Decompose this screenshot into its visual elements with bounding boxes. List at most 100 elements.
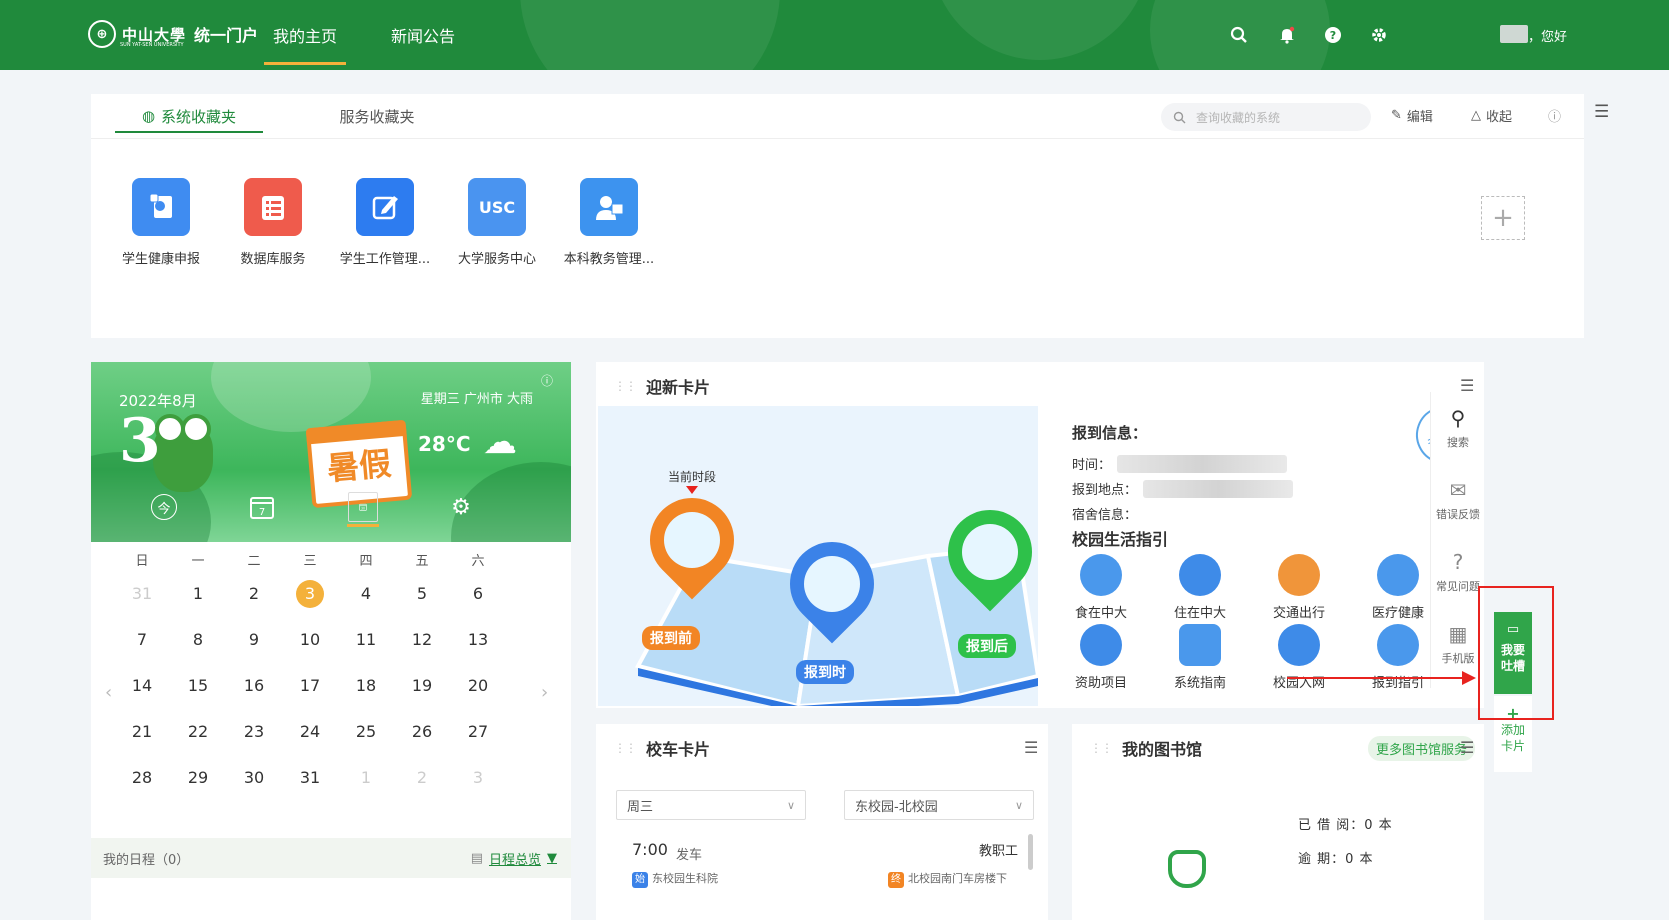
add-favorite-button[interactable]: + xyxy=(1481,196,1525,240)
sidebar-faq[interactable]: ? 常见问题 xyxy=(1431,550,1485,594)
end-tag: 终 xyxy=(888,872,904,888)
tab-service-favorites[interactable]: 服务收藏夹 xyxy=(327,94,427,138)
calendar-day[interactable]: 16 xyxy=(234,672,274,700)
after-registration-label[interactable]: 报到后 xyxy=(958,634,1016,658)
guide-registration[interactable]: 报到指引 xyxy=(1358,624,1438,691)
calendar-day[interactable]: 9 xyxy=(234,626,274,654)
calendar-day[interactable]: 19 xyxy=(402,672,442,700)
today-button[interactable]: 今 xyxy=(151,494,177,520)
system-window-icon xyxy=(1179,624,1221,666)
prev-month-button[interactable]: ‹ xyxy=(105,682,112,703)
help-icon[interactable]: ? xyxy=(1322,24,1344,46)
guide-medical[interactable]: 医疗健康 xyxy=(1358,554,1438,621)
guide-system[interactable]: 系统指南 xyxy=(1160,624,1240,691)
select-value: 东校园-北校园 xyxy=(855,799,938,815)
sidebar-mobile[interactable]: ▦ 手机版 xyxy=(1431,622,1485,666)
calendar-day[interactable]: 4 xyxy=(346,580,386,608)
seal-icon: ⊕ xyxy=(88,20,116,48)
bus-day-select[interactable]: 周三 ∨ xyxy=(616,790,806,820)
calendar-day[interactable]: 31 xyxy=(122,580,162,608)
university-logo[interactable]: ⊕ 中山大學 SUN YAT-SEN UNIVERSITY 统一门户 xyxy=(88,20,258,48)
month-view-icon[interactable]: 30 xyxy=(347,492,379,527)
guide-transport[interactable]: 交通出行 xyxy=(1259,554,1339,621)
calendar-day[interactable]: 2 xyxy=(402,764,442,792)
calendar-day[interactable]: 11 xyxy=(346,626,386,654)
guide-housing[interactable]: 住在中大 xyxy=(1160,554,1240,621)
calendar-day[interactable]: 12 xyxy=(402,626,442,654)
bus-route-select[interactable]: 东校园-北校园 ∨ xyxy=(844,790,1034,820)
drag-handle-icon[interactable]: ⋮⋮ xyxy=(614,741,637,755)
menu-icon[interactable]: ☰ xyxy=(1024,738,1038,757)
tab-system-favorites[interactable]: ◍ 系统收藏夹 xyxy=(115,94,263,138)
calendar-day[interactable]: 21 xyxy=(122,718,162,746)
calendar-day[interactable]: 23 xyxy=(234,718,274,746)
calendar-day[interactable]: 3 xyxy=(290,580,330,608)
help-icon[interactable]: ⓘ xyxy=(541,372,553,389)
calendar-day[interactable]: 1 xyxy=(178,580,218,608)
annotation-arrow-line xyxy=(1287,677,1467,679)
calendar-day[interactable]: 2 xyxy=(234,580,274,608)
calendar-day[interactable]: 10 xyxy=(290,626,330,654)
calendar-day[interactable]: 15 xyxy=(178,672,218,700)
scrollbar[interactable] xyxy=(1028,834,1033,870)
calendar-day[interactable]: 27 xyxy=(458,718,498,746)
info-label: 报到地点： xyxy=(1072,483,1138,498)
calendar-day[interactable]: 8 xyxy=(178,626,218,654)
search-icon[interactable] xyxy=(1228,24,1250,46)
before-registration-label[interactable]: 报到前 xyxy=(642,626,700,650)
week-view-icon[interactable]: 7 xyxy=(247,492,277,522)
guide-network[interactable]: 校园入网 xyxy=(1259,624,1339,691)
calendar-day[interactable]: 7 xyxy=(122,626,162,654)
bell-icon[interactable] xyxy=(1276,24,1298,46)
edit-label: 编辑 xyxy=(1406,110,1433,125)
calendar-day[interactable]: 24 xyxy=(290,718,330,746)
guide-financial-aid[interactable]: 资助项目 xyxy=(1061,624,1141,691)
weekday-header: 三 xyxy=(303,554,317,569)
nav-my-home[interactable]: 我的主页 xyxy=(264,0,346,70)
calendar-day[interactable]: 1 xyxy=(346,764,386,792)
calendar-day[interactable]: 14 xyxy=(122,672,162,700)
calendar-day[interactable]: 25 xyxy=(346,718,386,746)
more-library-services-button[interactable]: 更多图书馆服务 xyxy=(1368,736,1476,761)
app-undergrad-academic[interactable]: 本科教务管理... xyxy=(539,178,679,267)
calendar-day[interactable]: 6 xyxy=(458,580,498,608)
during-registration-label[interactable]: 报到时 xyxy=(796,660,854,684)
calendar-day[interactable]: 17 xyxy=(290,672,330,700)
drag-handle-icon[interactable]: ⋮⋮ xyxy=(614,379,637,393)
settings-gear-icon[interactable]: ⚙ xyxy=(446,492,476,522)
nav-news[interactable]: 新闻公告 xyxy=(382,0,464,70)
search-placeholder: 查询收藏的系统 xyxy=(1196,110,1281,125)
calendar-day[interactable]: 26 xyxy=(402,718,442,746)
calendar-day[interactable]: 18 xyxy=(346,672,386,700)
calendar-day[interactable]: 29 xyxy=(178,764,218,792)
calendar-day[interactable]: 5 xyxy=(402,580,442,608)
gear-icon[interactable] xyxy=(1368,24,1390,46)
guide-dining[interactable]: 食在中大 xyxy=(1061,554,1141,621)
owl-logo-icon xyxy=(1168,850,1206,888)
favorites-search-input[interactable]: 查询收藏的系统 xyxy=(1161,103,1371,131)
collapse-button[interactable]: △ 收起 xyxy=(1471,106,1512,125)
menu-icon[interactable]: ☰ xyxy=(1460,738,1474,757)
globe-icon: ◍ xyxy=(141,107,156,125)
wifi-globe-icon xyxy=(1278,624,1320,666)
calendar-day[interactable]: 31 xyxy=(290,764,330,792)
sidebar-search[interactable]: ⚲ 搜索 xyxy=(1431,406,1485,450)
avatar[interactable] xyxy=(1500,25,1528,43)
menu-icon[interactable]: ☰ xyxy=(1594,102,1609,122)
today-day: 3 xyxy=(296,580,324,608)
calendar-day[interactable]: 30 xyxy=(234,764,274,792)
calendar-day[interactable]: 28 xyxy=(122,764,162,792)
drag-handle-icon[interactable]: ⋮⋮ xyxy=(1090,741,1113,755)
calendar-day[interactable]: 3 xyxy=(458,764,498,792)
calendar-day[interactable]: 20 xyxy=(458,672,498,700)
calendar-card: 2022年8月 3 星期三 广州市 大雨 ⓘ 暑假 28°C ☁ 今 7 30 … xyxy=(91,362,571,920)
weekday-header: 四 xyxy=(359,554,373,569)
next-month-button[interactable]: › xyxy=(541,682,548,703)
edit-button[interactable]: ✎ 编辑 xyxy=(1391,106,1433,125)
help-icon[interactable]: ⓘ xyxy=(1548,106,1561,125)
calendar-day[interactable]: 22 xyxy=(178,718,218,746)
calendar-day[interactable]: 13 xyxy=(458,626,498,654)
card-title: 我的图书馆 xyxy=(1122,740,1203,759)
schedule-overview-link[interactable]: ▤ 日程总览 ▼ xyxy=(471,849,557,868)
sidebar-feedback[interactable]: ✉ 错误反馈 xyxy=(1431,478,1485,522)
